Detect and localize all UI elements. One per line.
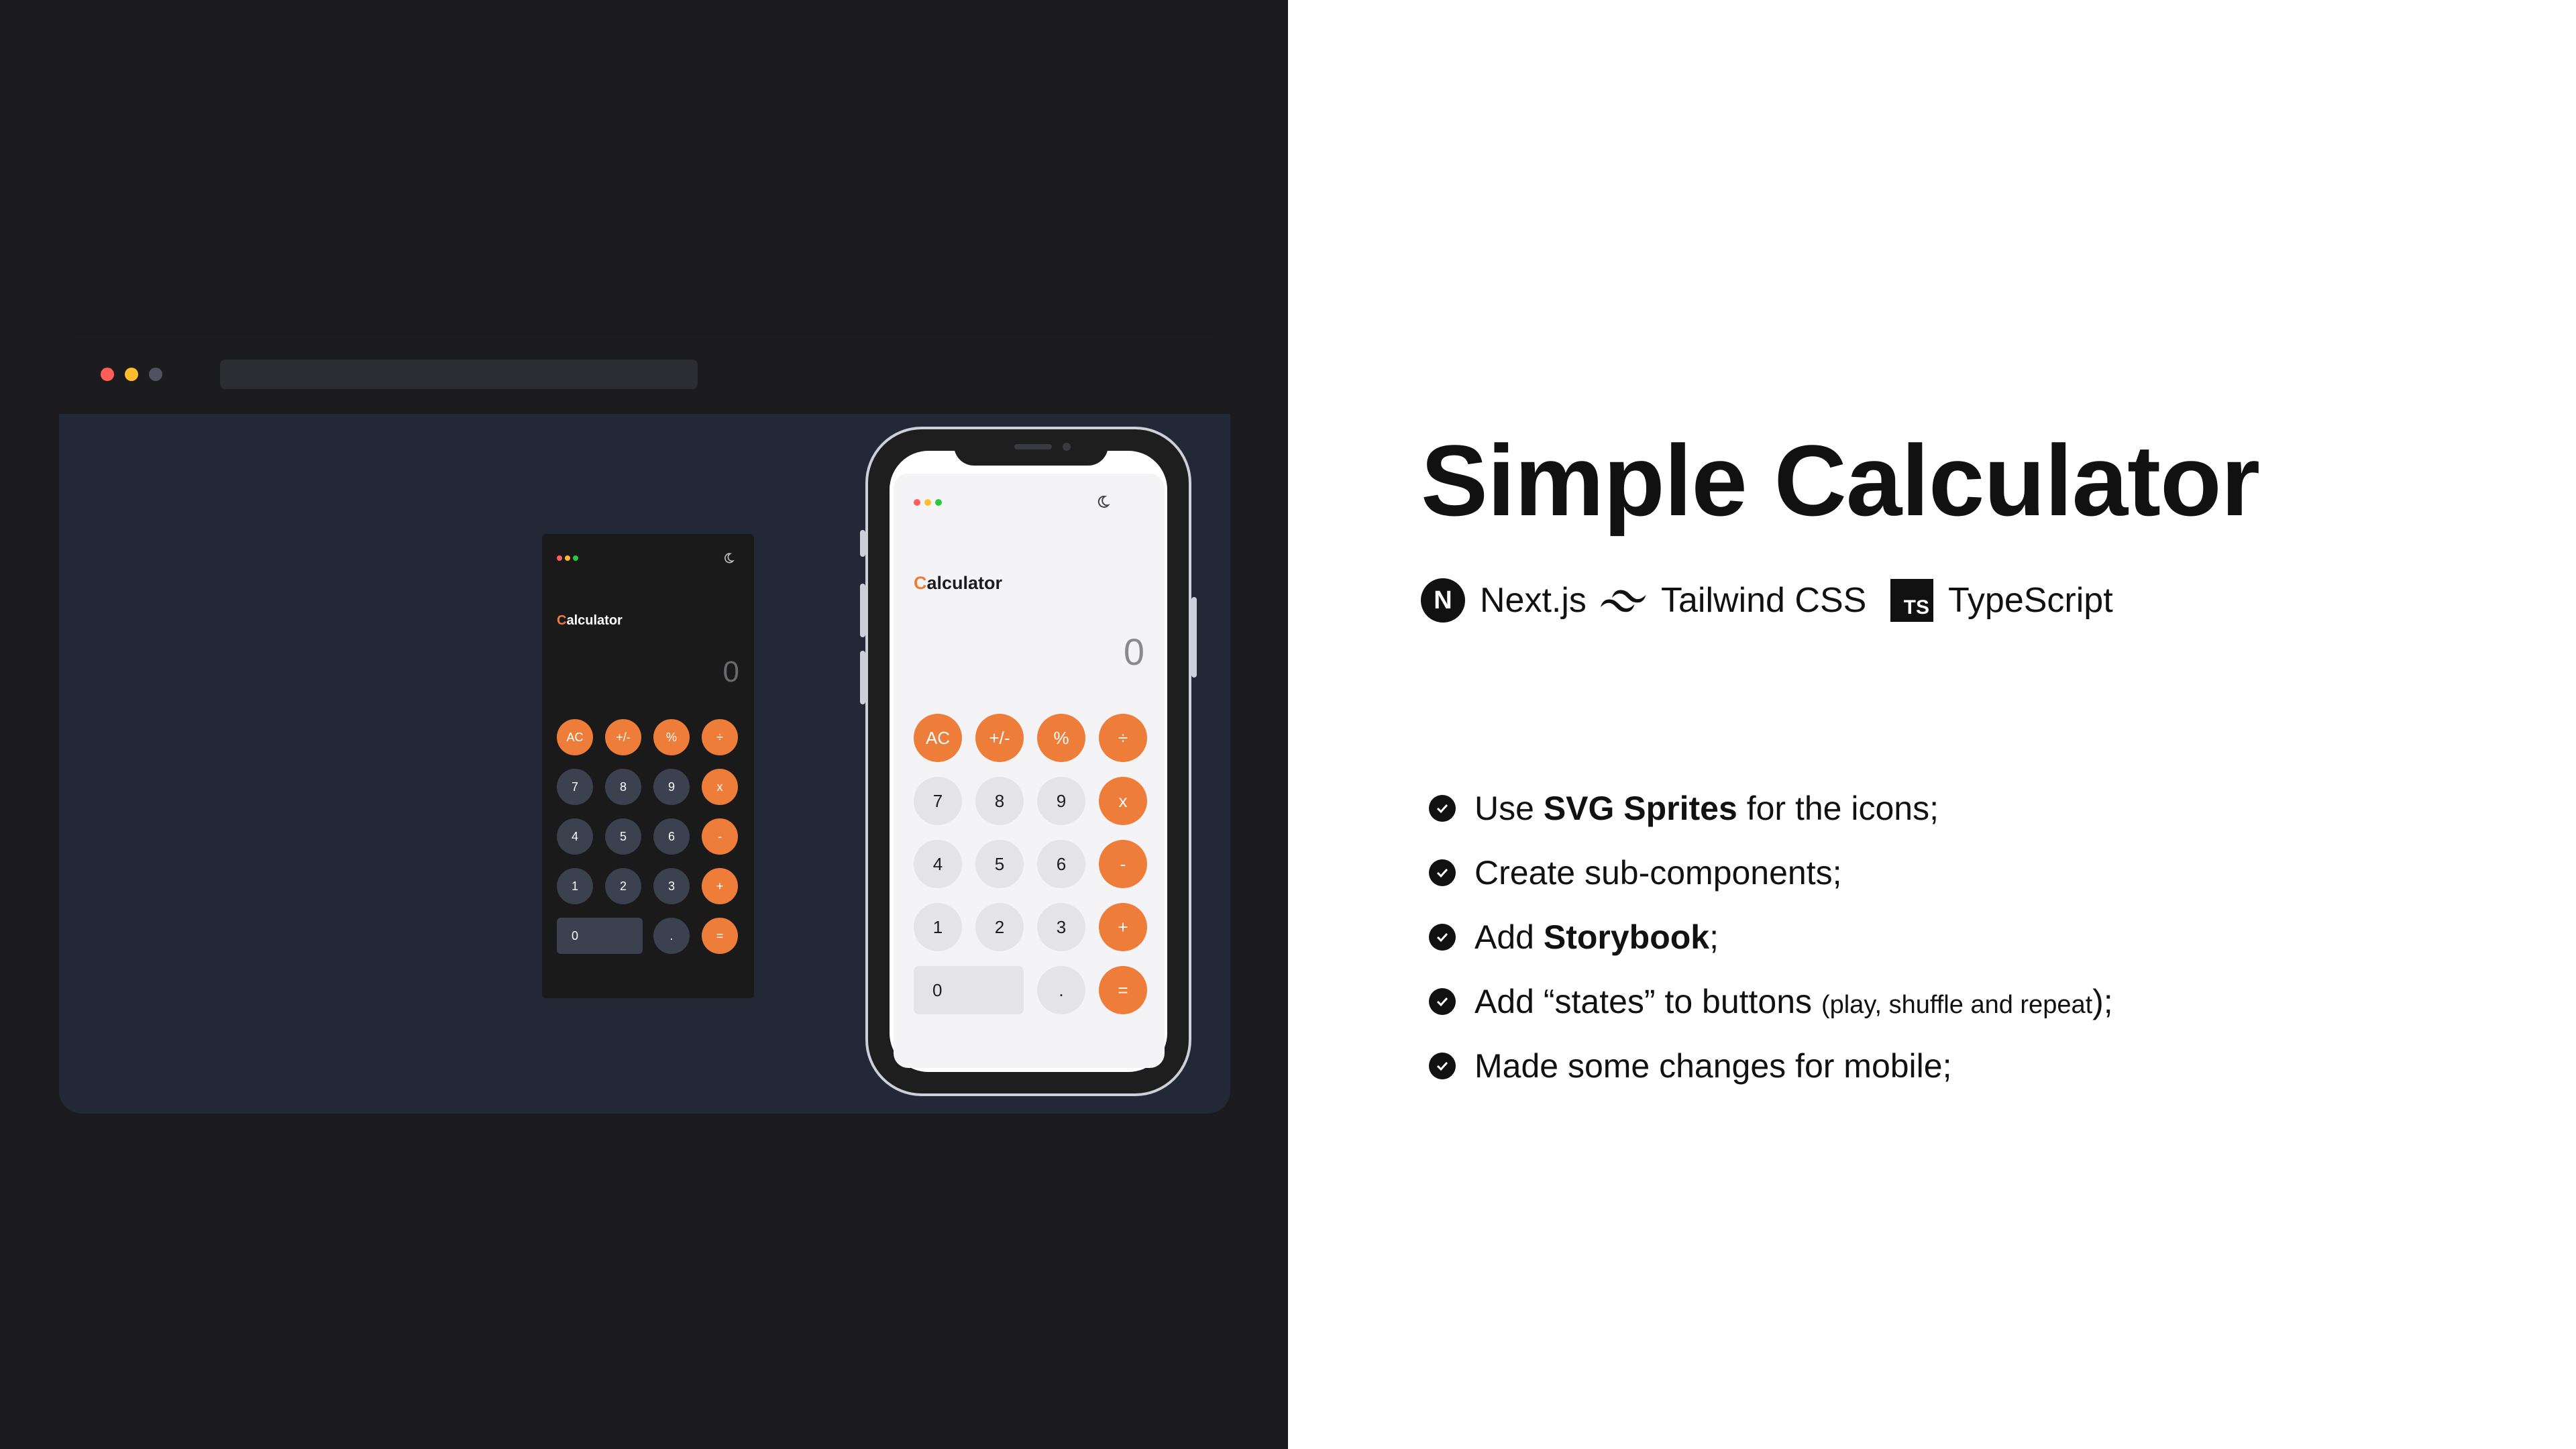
- ac-button[interactable]: AC: [914, 714, 962, 762]
- sign-button[interactable]: +/-: [605, 719, 641, 755]
- tech-label: Next.js: [1480, 581, 1587, 620]
- decimal-button[interactable]: .: [1037, 966, 1085, 1014]
- multiply-button[interactable]: x: [1099, 777, 1147, 825]
- digit-3-button[interactable]: 3: [1037, 903, 1085, 951]
- moon-icon[interactable]: [722, 551, 735, 565]
- calculator-display: 0: [1123, 631, 1144, 673]
- digit-2-button[interactable]: 2: [975, 903, 1024, 951]
- list-item: Add Storybook;: [1429, 914, 1719, 961]
- divide-button[interactable]: ÷: [1099, 714, 1147, 762]
- divide-button[interactable]: ÷: [702, 719, 738, 755]
- equals-button[interactable]: =: [1099, 966, 1147, 1014]
- feature-text: Add “states” to buttons (play, shuffle a…: [1474, 983, 2113, 1020]
- power-button: [1191, 597, 1197, 678]
- digit-5-button[interactable]: 5: [605, 818, 641, 855]
- red-dot-icon: [914, 499, 920, 506]
- phone-notch: [954, 429, 1108, 466]
- calculator-title: Calculator: [557, 613, 623, 628]
- red-dot-icon: [557, 555, 562, 561]
- camera-icon: [1063, 443, 1071, 451]
- tailwind-icon: [1601, 590, 1646, 612]
- tech-label: TypeScript: [1948, 581, 2113, 620]
- sign-button[interactable]: +/-: [975, 714, 1024, 762]
- decimal-button[interactable]: .: [653, 918, 690, 954]
- feature-text: Use SVG Sprites for the icons;: [1474, 790, 1939, 827]
- calculator-display: 0: [722, 655, 739, 688]
- moon-icon[interactable]: [1095, 494, 1111, 510]
- digit-1-button[interactable]: 1: [914, 903, 962, 951]
- speaker-grille: [1014, 444, 1052, 449]
- minimize-window-dot[interactable]: [125, 368, 138, 381]
- nextjs-icon: N: [1421, 578, 1465, 623]
- digit-0-button[interactable]: 0: [557, 918, 643, 954]
- feature-text: Add Storybook;: [1474, 918, 1719, 956]
- list-item: Made some changes for mobile;: [1429, 1042, 1951, 1089]
- feature-text: Create sub-components;: [1474, 854, 1842, 892]
- green-dot-icon: [935, 499, 942, 506]
- phone-mockup: Calculator 0 AC +/- % ÷ 7 8 9 x 4 5 6 - …: [860, 427, 1197, 1096]
- percent-button[interactable]: %: [653, 719, 690, 755]
- subtract-button[interactable]: -: [702, 818, 738, 855]
- feature-text: Made some changes for mobile;: [1474, 1047, 1952, 1085]
- tech-item-tailwind: Tailwind CSS: [1601, 577, 1866, 624]
- volume-up-button: [860, 584, 865, 637]
- subtract-button[interactable]: -: [1099, 840, 1147, 888]
- ac-button[interactable]: AC: [557, 719, 593, 755]
- tech-label: Tailwind CSS: [1661, 581, 1867, 620]
- digit-9-button[interactable]: 9: [653, 769, 690, 805]
- digit-4-button[interactable]: 4: [557, 818, 593, 855]
- yellow-dot-icon: [565, 555, 570, 561]
- check-icon: [1429, 1053, 1456, 1079]
- add-button[interactable]: +: [1099, 903, 1147, 951]
- digit-6-button[interactable]: 6: [653, 818, 690, 855]
- list-item: Use SVG Sprites for the icons;: [1429, 785, 1939, 832]
- page-title: Simple Calculator: [1421, 424, 2260, 537]
- calculator-title: Calculator: [914, 573, 1003, 593]
- green-dot-icon: [573, 555, 578, 561]
- calculator-desktop-dark: Calculator 0 AC +/- % ÷ 7 8 9 x 4 5 6 - …: [542, 534, 754, 998]
- tech-item-typescript: TS TypeScript: [1890, 577, 2113, 624]
- digit-8-button[interactable]: 8: [605, 769, 641, 805]
- digit-3-button[interactable]: 3: [653, 868, 690, 904]
- list-item: Create sub-components;: [1429, 849, 1842, 896]
- maximize-window-dot[interactable]: [149, 368, 162, 381]
- check-icon: [1429, 859, 1456, 886]
- left-panel: Calculator 0 AC +/- % ÷ 7 8 9 x 4 5 6 - …: [0, 0, 1288, 1449]
- volume-down-button: [860, 651, 865, 704]
- yellow-dot-icon: [924, 499, 931, 506]
- multiply-button[interactable]: x: [702, 769, 738, 805]
- digit-5-button[interactable]: 5: [975, 840, 1024, 888]
- digit-4-button[interactable]: 4: [914, 840, 962, 888]
- percent-button[interactable]: %: [1037, 714, 1085, 762]
- mute-switch: [860, 530, 865, 557]
- tech-item-nextjs: N Next.js: [1421, 577, 1587, 624]
- tech-stack: N Next.js Tailwind CSS TS TypeScript: [1421, 577, 2293, 624]
- check-icon: [1429, 795, 1456, 822]
- browser-titlebar: [59, 335, 1230, 414]
- typescript-icon: TS: [1890, 579, 1933, 622]
- add-button[interactable]: +: [702, 868, 738, 904]
- calculator-mobile-light: Calculator 0 AC +/- % ÷ 7 8 9 x 4 5 6 - …: [894, 474, 1165, 1068]
- digit-7-button[interactable]: 7: [557, 769, 593, 805]
- list-item: Add “states” to buttons (play, shuffle a…: [1429, 978, 2113, 1025]
- right-panel: [1288, 0, 2576, 1449]
- digit-7-button[interactable]: 7: [914, 777, 962, 825]
- equals-button[interactable]: =: [702, 918, 738, 954]
- digit-6-button[interactable]: 6: [1037, 840, 1085, 888]
- address-bar[interactable]: [220, 360, 698, 389]
- digit-2-button[interactable]: 2: [605, 868, 641, 904]
- check-icon: [1429, 924, 1456, 951]
- digit-0-button[interactable]: 0: [914, 966, 1024, 1014]
- digit-1-button[interactable]: 1: [557, 868, 593, 904]
- digit-9-button[interactable]: 9: [1037, 777, 1085, 825]
- digit-8-button[interactable]: 8: [975, 777, 1024, 825]
- check-icon: [1429, 988, 1456, 1015]
- close-window-dot[interactable]: [101, 368, 114, 381]
